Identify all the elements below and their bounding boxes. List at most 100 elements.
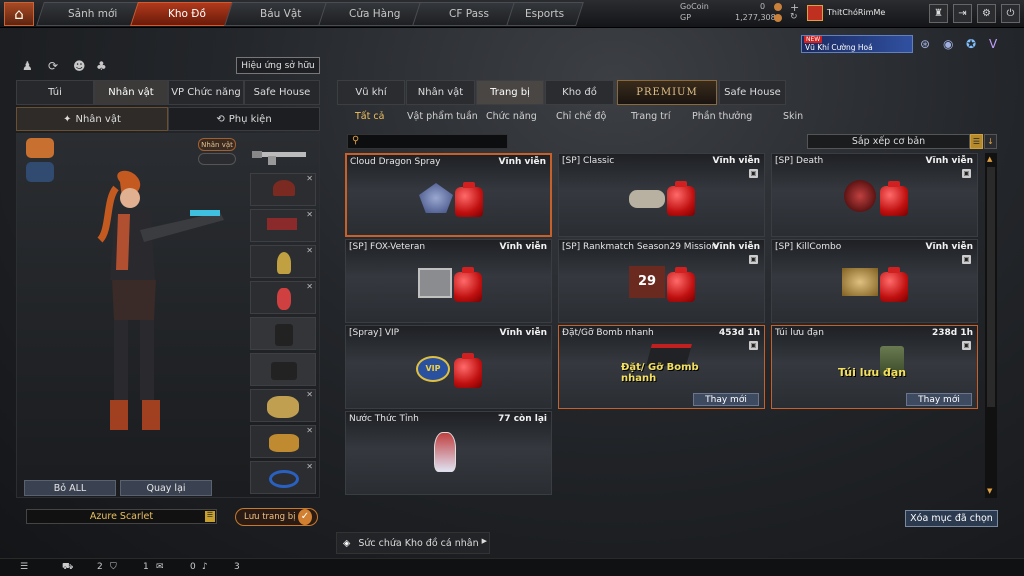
scrollbar[interactable]: ▲ ▼ (985, 153, 997, 498)
storage-capacity[interactable]: ◈ Sức chứa Kho đồ cá nhân ▶ (336, 532, 490, 554)
owned-effects-button[interactable]: Hiệu ứng sở hữu (236, 57, 320, 74)
vip-icon[interactable]: V (989, 37, 997, 51)
promo-banner[interactable]: NEW Vũ Khí Cường Hoá (801, 35, 913, 53)
item-duration: 238d 1h (931, 328, 973, 338)
list-view-icon[interactable]: ☰ (970, 134, 983, 149)
add-gp-icon[interactable]: ↻ (790, 12, 798, 22)
remove-icon[interactable]: ✕ (306, 462, 313, 471)
scroll-thumb[interactable] (987, 167, 995, 407)
menu-icon[interactable]: ☰ (20, 562, 28, 572)
character-name: Azure Scarlet (26, 509, 217, 524)
tab-storage[interactable]: Kho đồ (545, 80, 614, 105)
subtab-character[interactable]: ✦ Nhân vật (16, 107, 168, 131)
exit-icon[interactable]: ⇥ (953, 4, 972, 23)
subtab-mode[interactable]: Chỉ chế độ (556, 111, 606, 122)
tab-weapons[interactable]: Vũ khí (337, 80, 405, 105)
gear-icon[interactable]: ⚙ (977, 4, 996, 23)
remove-icon[interactable]: ✕ (306, 390, 313, 399)
character-class-icon[interactable] (26, 138, 54, 158)
remove-icon[interactable]: ✕ (306, 210, 313, 219)
search-input[interactable]: ⚲ (347, 134, 508, 149)
subtab-accessory[interactable]: ⟲ Phụ kiện (168, 107, 320, 131)
weapon-slot[interactable] (250, 140, 316, 170)
back-button[interactable]: Quay lại (120, 480, 212, 496)
item-card[interactable]: [SP] Classic Vĩnh viễn ▣ (558, 153, 765, 237)
remove-icon[interactable]: ✕ (306, 282, 313, 291)
clear-selected-button[interactable]: Xóa mục đã chọn (905, 510, 998, 527)
sort-dropdown[interactable]: Sắp xếp cơ bản (807, 134, 970, 149)
subtab-reward[interactable]: Phần thưởng (692, 111, 752, 122)
item-card[interactable]: [SP] Death Vĩnh viễn ▣ (771, 153, 978, 237)
item-art-label: Đặt/ Gỡ Bomb nhanh (621, 362, 699, 384)
team-icon[interactable]: ♟ (22, 59, 33, 73)
rank-shield-icon[interactable]: ♜ (929, 4, 948, 23)
power-icon[interactable]: ⏻ (1001, 4, 1020, 23)
chat-icon[interactable]: ✉ (156, 562, 164, 572)
character-subtab-icon: ✦ (63, 113, 72, 125)
remove-icon[interactable]: ✕ (306, 246, 313, 255)
equipment-slot[interactable]: ✕ (250, 209, 316, 242)
left-tab-vp-function[interactable]: VP Chức năng (168, 80, 244, 105)
character-icon[interactable]: ☻ (73, 59, 86, 73)
item-card[interactable]: [SP] FOX-Veteran Vĩnh viễn (345, 239, 552, 323)
item-card[interactable]: Đặt/Gỡ Bomb nhanh 453d 1h ▣ Đặt/ Gỡ Bomb… (558, 325, 765, 409)
killcombo-icon (842, 262, 912, 308)
username: ThitChóRimMe (827, 8, 886, 17)
refresh-icon[interactable]: ⟳ (48, 59, 58, 73)
save-equipment-button[interactable]: Lưu trang bị ✓ (235, 508, 318, 526)
tab-safe-house[interactable]: Safe House (719, 80, 786, 105)
item-card[interactable]: [SP] Rankmatch Season29 Mission Vĩnh viễ… (558, 239, 765, 323)
character-variant-icon[interactable] (26, 162, 54, 182)
gp-icon (774, 14, 782, 24)
tab-premium[interactable]: PREMIUM (617, 80, 717, 105)
mission-icon[interactable]: ◉ (943, 37, 953, 51)
sort-order-icon[interactable]: ↓ (984, 134, 997, 149)
item-name: [SP] Death (775, 156, 824, 166)
item-duration: Vĩnh viễn (499, 328, 547, 338)
subtab-all[interactable]: Tất cả (355, 111, 384, 122)
renew-button[interactable]: Thay mới (693, 393, 759, 406)
fox-veteran-icon (416, 262, 486, 308)
scroll-up-icon[interactable]: ▲ (987, 155, 992, 163)
remove-icon[interactable]: ✕ (306, 174, 313, 183)
nav-tab-label: Kho Đồ (168, 8, 206, 20)
equipment-slot[interactable]: ✕ (250, 425, 316, 458)
equipment-slot[interactable]: ✕ (250, 461, 316, 494)
left-tab-character[interactable]: Nhân vật (94, 80, 168, 105)
subtab-function[interactable]: Chức năng (486, 111, 537, 122)
friends-icon[interactable]: ⛟ (62, 562, 73, 573)
equipment-slot-empty[interactable] (250, 317, 316, 350)
toggle-badge[interactable] (198, 153, 236, 165)
equipment-slot[interactable]: ✕ (250, 245, 316, 278)
gift-icon[interactable]: ✪ (966, 37, 976, 51)
left-tab-safe-house[interactable]: Safe House (244, 80, 320, 105)
item-card[interactable]: Túi lưu đạn 238d 1h ▣ Túi lưu đạn Thay m… (771, 325, 978, 409)
voice-icon[interactable]: ♪ (202, 562, 208, 572)
subtab-decoration[interactable]: Trang trí (631, 111, 670, 122)
equipment-slot[interactable]: ✕ (250, 389, 316, 422)
tab-characters[interactable]: Nhân vật (406, 80, 475, 105)
event-icon[interactable]: ⊛ (920, 37, 930, 51)
left-tab-bag[interactable]: Túi (16, 80, 94, 105)
list-icon[interactable]: ☰ (205, 511, 215, 522)
equipment-slot[interactable]: ✕ (250, 173, 316, 206)
nav-tab-esports[interactable]: Esports (506, 2, 584, 26)
item-card[interactable]: Nước Thức Tỉnh 77 còn lại (345, 411, 552, 495)
remove-icon[interactable]: ✕ (306, 426, 313, 435)
backpack-icon (271, 362, 297, 380)
subtab-weekly[interactable]: Vật phẩm tuần (407, 111, 478, 122)
subtab-skin[interactable]: Skin (783, 111, 803, 122)
drop-all-button[interactable]: Bỏ ALL (24, 480, 116, 496)
rabbit-icon[interactable]: ♣ (96, 59, 107, 73)
equipment-slot-empty[interactable] (250, 353, 316, 386)
scroll-down-icon[interactable]: ▼ (987, 487, 992, 495)
home-icon[interactable]: ⌂ (4, 2, 34, 26)
item-card[interactable]: [SP] KillCombo Vĩnh viễn ▣ (771, 239, 978, 323)
equipment-slot[interactable]: ✕ (250, 281, 316, 314)
clan-icon[interactable]: ⛉ (110, 562, 117, 572)
item-card[interactable]: [Spray] VIP Vĩnh viễn VIP (345, 325, 552, 409)
renew-button[interactable]: Thay mới (906, 393, 972, 406)
capacity-label: Sức chứa Kho đồ cá nhân (358, 537, 479, 549)
item-card[interactable]: Cloud Dragon Spray Vĩnh viễn (345, 153, 552, 237)
tab-equipment[interactable]: Trang bị (476, 80, 544, 105)
